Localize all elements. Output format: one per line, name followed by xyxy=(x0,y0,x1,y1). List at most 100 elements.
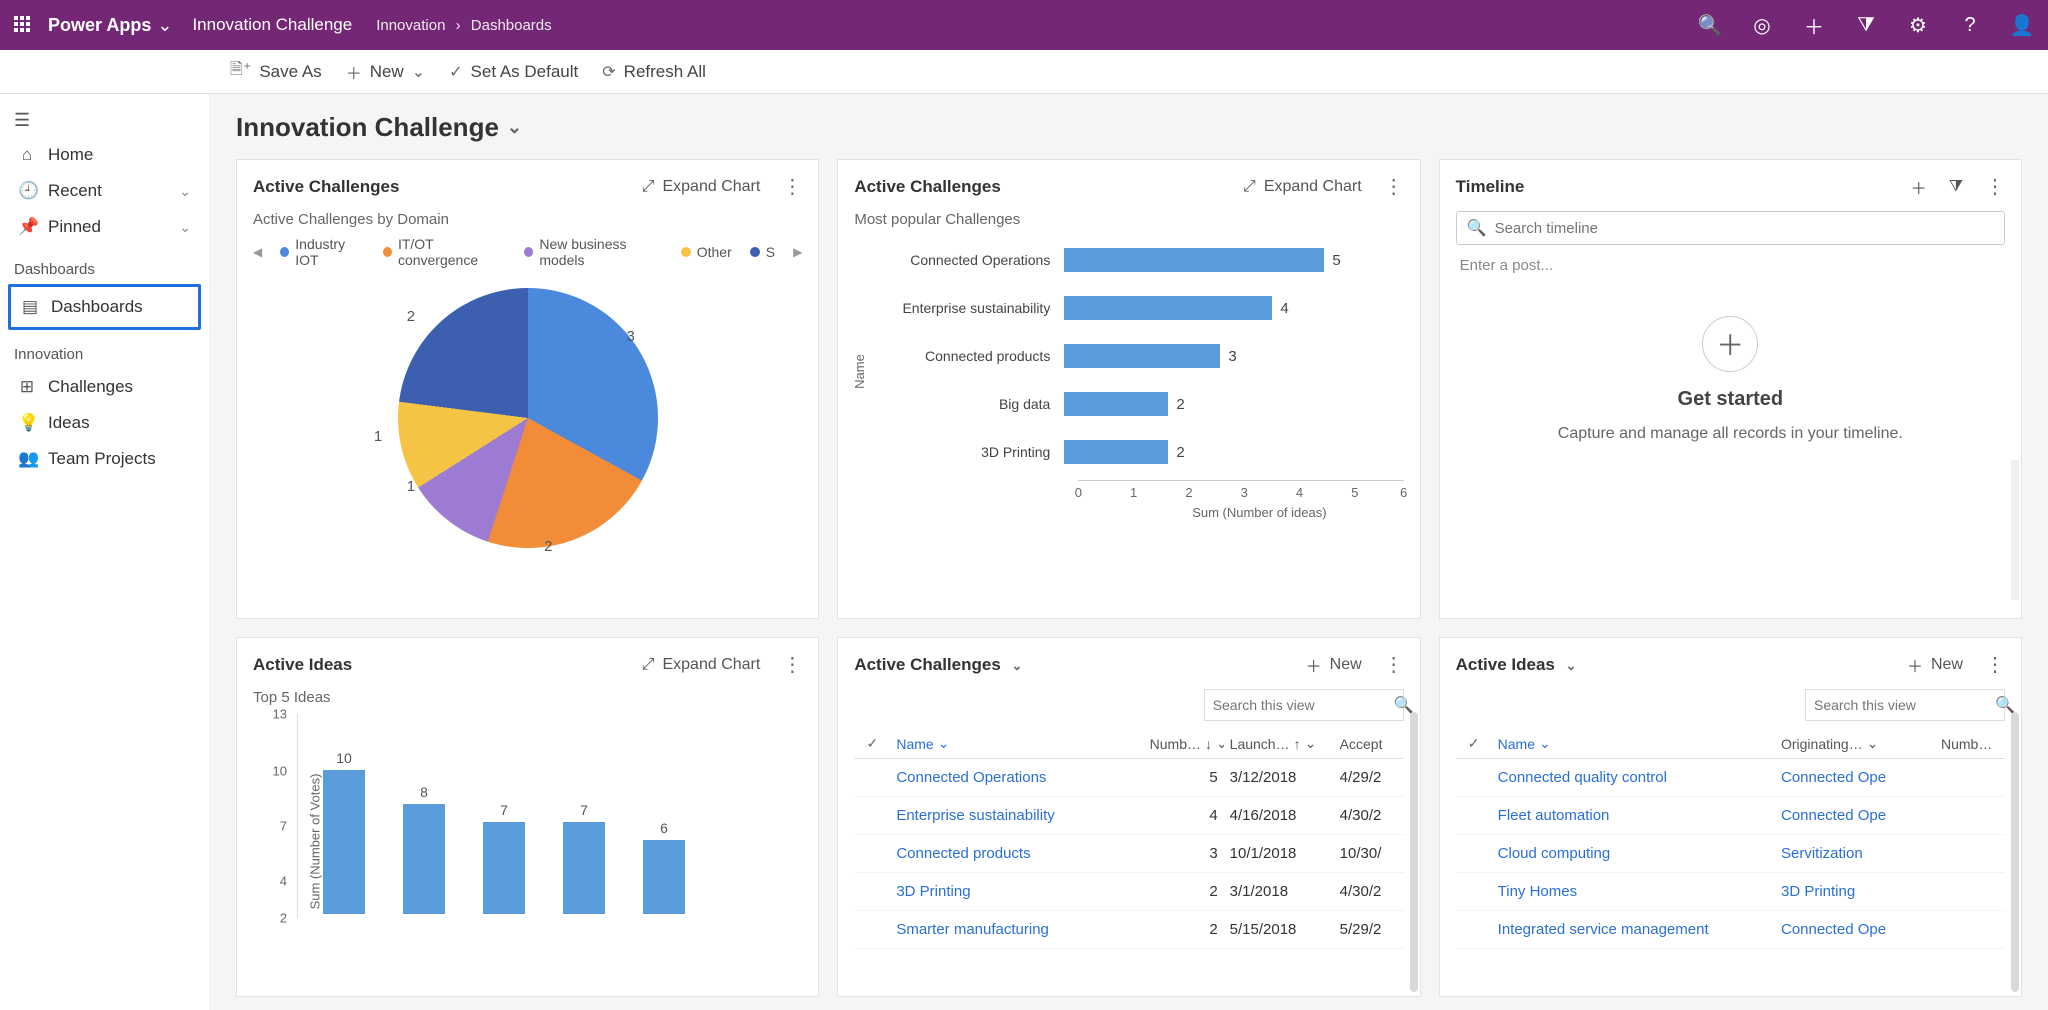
cell-name[interactable]: Integrated service management xyxy=(1492,921,1775,938)
row-checkbox[interactable] xyxy=(854,921,890,938)
expand-chart-button[interactable]: ⤢ Expand Chart xyxy=(642,656,761,674)
legend-label[interactable]: IT/OT convergence xyxy=(398,236,506,268)
more-icon[interactable]: ⋮ xyxy=(1384,174,1404,199)
table-row[interactable]: Enterprise sustainability44/16/20184/30/… xyxy=(854,797,1403,835)
table-row[interactable]: Connected Operations53/12/20184/29/2 xyxy=(854,759,1403,797)
row-checkbox[interactable] xyxy=(1456,921,1492,938)
filter-icon[interactable]: ⧩ xyxy=(1854,13,1878,37)
pie-chart[interactable]: 3 2 1 1 2 xyxy=(253,278,802,578)
cell-originating[interactable]: Servitization xyxy=(1775,845,1935,862)
table-row[interactable]: Smarter manufacturing25/15/20185/29/2 xyxy=(854,911,1403,949)
cell-originating[interactable]: Connected Ope xyxy=(1775,921,1935,938)
page-title[interactable]: Innovation Challenge ⌄ xyxy=(236,112,2022,143)
more-icon[interactable]: ⋮ xyxy=(1985,174,2005,199)
set-as-default-button[interactable]: ✓ Set As Default xyxy=(449,62,578,82)
legend-label[interactable]: Other xyxy=(697,244,732,260)
legend-label[interactable]: New business models xyxy=(539,236,662,268)
legend-next-icon[interactable]: ▶ xyxy=(793,245,802,259)
table-row[interactable]: Integrated service managementConnected O… xyxy=(1456,911,2005,949)
cell-originating[interactable]: 3D Printing xyxy=(1775,883,1935,900)
cell-name[interactable]: Enterprise sustainability xyxy=(890,807,1143,824)
new-button[interactable]: ＋ New xyxy=(1306,653,1362,677)
table-row[interactable]: Connected products310/1/201810/30/ xyxy=(854,835,1403,873)
row-checkbox[interactable] xyxy=(1456,769,1492,786)
select-all-checkbox[interactable]: ✓ xyxy=(1456,735,1492,752)
expand-chart-button[interactable]: ⤢ Expand Chart xyxy=(642,178,761,196)
plus-icon[interactable]: ＋ xyxy=(1911,175,1927,199)
scrollbar[interactable] xyxy=(1410,712,1418,992)
row-checkbox[interactable] xyxy=(854,807,890,824)
search-box[interactable]: 🔍 xyxy=(1204,689,1404,721)
row-checkbox[interactable] xyxy=(1456,845,1492,862)
cell-name[interactable]: Connected products xyxy=(890,845,1143,862)
breadcrumb-item[interactable]: Dashboards xyxy=(471,17,552,34)
table-row[interactable]: Tiny Homes3D Printing xyxy=(1456,873,2005,911)
cell-name[interactable]: Fleet automation xyxy=(1492,807,1775,824)
table-row[interactable]: Cloud computingServitization xyxy=(1456,835,2005,873)
search-timeline-input[interactable] xyxy=(1495,220,1994,237)
cell-name[interactable]: 3D Printing xyxy=(890,883,1143,900)
row-checkbox[interactable] xyxy=(854,769,890,786)
table-row[interactable]: 3D Printing23/1/20184/30/2 xyxy=(854,873,1403,911)
col-numb[interactable]: Numb… ↓ ⌄ xyxy=(1144,735,1224,752)
new-button[interactable]: ＋ New ⌄ xyxy=(346,60,425,84)
nav-item-ideas[interactable]: 💡 Ideas xyxy=(0,405,209,441)
brand-label[interactable]: Power Apps xyxy=(48,15,151,36)
search-icon[interactable]: 🔍 xyxy=(1698,13,1722,37)
person-icon[interactable]: 👤 xyxy=(2010,13,2034,37)
legend-label[interactable]: Industry IOT xyxy=(295,236,365,268)
card-title[interactable]: Active Challenges ⌄ xyxy=(854,655,1022,675)
nav-item-team-projects[interactable]: 👥 Team Projects xyxy=(0,441,209,477)
more-icon[interactable]: ⋮ xyxy=(782,652,802,677)
environment-name[interactable]: Innovation Challenge xyxy=(192,15,352,35)
cell-originating[interactable]: Connected Ope xyxy=(1775,807,1935,824)
legend-prev-icon[interactable]: ◀ xyxy=(253,245,262,259)
col-numb[interactable]: Numb… xyxy=(1935,735,2005,752)
cell-name[interactable]: Smarter manufacturing xyxy=(890,921,1143,938)
scrollbar[interactable] xyxy=(2011,712,2019,992)
vbar-chart[interactable]: Sum (Number of Votes) 1310 742 10 8 7 7 … xyxy=(253,714,802,954)
scrollbar[interactable] xyxy=(2011,460,2019,600)
cell-originating[interactable]: Connected Ope xyxy=(1775,769,1935,786)
search-timeline[interactable]: 🔍 xyxy=(1456,211,2005,245)
app-launcher-icon[interactable] xyxy=(14,16,32,34)
new-button[interactable]: ＋ New xyxy=(1907,653,1963,677)
more-icon[interactable]: ⋮ xyxy=(1985,652,2005,677)
row-checkbox[interactable] xyxy=(1456,883,1492,900)
help-icon[interactable]: ? xyxy=(1958,13,1982,37)
search-box[interactable]: 🔍 xyxy=(1805,689,2005,721)
gear-icon[interactable]: ⚙ xyxy=(1906,13,1930,37)
plus-circle-icon[interactable]: ＋ xyxy=(1702,316,1758,372)
breadcrumb-item[interactable]: Innovation xyxy=(376,17,445,34)
cell-name[interactable]: Cloud computing xyxy=(1492,845,1775,862)
nav-item-pinned[interactable]: 📌 Pinned ⌄ xyxy=(0,209,209,245)
row-checkbox[interactable] xyxy=(854,845,890,862)
target-icon[interactable]: ◎ xyxy=(1750,13,1774,37)
select-all-checkbox[interactable]: ✓ xyxy=(854,735,890,752)
row-checkbox[interactable] xyxy=(1456,807,1492,824)
card-title[interactable]: Active Ideas ⌄ xyxy=(1456,655,1577,675)
nav-item-challenges[interactable]: ⊞ Challenges xyxy=(0,369,209,405)
nav-item-recent[interactable]: 🕘 Recent ⌄ xyxy=(0,173,209,209)
row-checkbox[interactable] xyxy=(854,883,890,900)
filter-icon[interactable]: ⧩ xyxy=(1949,178,1963,196)
save-as-button[interactable]: 🗎⁺ Save As xyxy=(230,58,322,85)
hbar-chart[interactable]: Name Connected Operations 5 Enterprise s… xyxy=(854,236,1403,520)
search-view-input[interactable] xyxy=(1814,697,1995,713)
col-accept[interactable]: Accept xyxy=(1334,735,1404,752)
expand-chart-button[interactable]: ⤢ Expand Chart xyxy=(1243,178,1362,196)
chevron-down-icon[interactable]: ⌄ xyxy=(157,15,172,36)
cell-name[interactable]: Tiny Homes xyxy=(1492,883,1775,900)
refresh-all-button[interactable]: ⟳ Refresh All xyxy=(602,62,706,82)
col-launch[interactable]: Launch… ↑ ⌄ xyxy=(1224,735,1334,752)
col-name[interactable]: Name ⌄ xyxy=(1492,735,1775,752)
more-icon[interactable]: ⋮ xyxy=(1384,652,1404,677)
search-view-input[interactable] xyxy=(1213,697,1394,713)
cell-name[interactable]: Connected Operations xyxy=(890,769,1143,786)
legend-label[interactable]: S xyxy=(766,244,775,260)
table-row[interactable]: Fleet automationConnected Ope xyxy=(1456,797,2005,835)
plus-icon[interactable]: ＋ xyxy=(1802,13,1826,37)
nav-item-dashboards[interactable]: ▤ Dashboards xyxy=(8,284,201,330)
table-row[interactable]: Connected quality controlConnected Ope xyxy=(1456,759,2005,797)
col-orig[interactable]: Originating… ⌄ xyxy=(1775,735,1935,752)
